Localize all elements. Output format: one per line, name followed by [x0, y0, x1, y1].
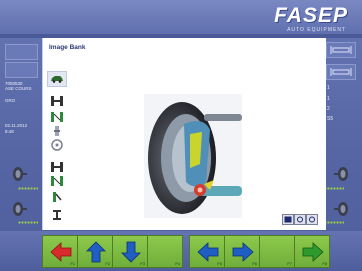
fkey-number: F5 [217, 261, 222, 266]
suspension-front-icon[interactable] [48, 110, 66, 124]
rear-wheel-icon [9, 201, 27, 217]
rotate-right-button[interactable] [306, 214, 318, 225]
arrow-right-icon [302, 242, 324, 262]
header-bar: FASEP AUTO EQUIPMENT [0, 0, 362, 36]
fkey-number: F8 [322, 261, 327, 266]
rear-right-axle-indicator [324, 221, 344, 224]
rear-axle-indicator [18, 221, 38, 224]
image-bank-panel: Image Bank [42, 38, 326, 230]
time-label: 8:48 [5, 129, 14, 134]
fkey-number: F7 [287, 261, 292, 266]
front-right-wheel-icon [334, 166, 352, 182]
fkey-number: F3 [140, 261, 145, 266]
brand-logo: FASEP [274, 4, 348, 27]
arrow-left-icon [197, 242, 219, 262]
brand-subtitle: AUTO EQUIPMENT [287, 27, 346, 33]
axle-rear-icon[interactable] [48, 160, 66, 174]
rotate-left-button[interactable] [294, 214, 306, 225]
right-label-2: 1 [327, 96, 330, 102]
f2-up-button[interactable]: F2 [77, 235, 113, 268]
function-key-bar: F1 F2 F3 F4 F5 F6 F7 F8 [0, 231, 362, 271]
vehicle-info-line3: GRO [5, 98, 16, 103]
f1-back-button[interactable]: F1 [42, 235, 78, 268]
f7-blank-button[interactable]: F7 [259, 235, 295, 268]
left-status-box-1 [5, 44, 38, 60]
right-panel: 1 1 2 S5 [320, 38, 362, 230]
page-title: Image Bank [49, 44, 86, 51]
fkey-number: F4 [175, 261, 180, 266]
left-panel: 7050530 ASE COURS GRO 02.11.2012 8:48 [0, 38, 42, 230]
strut-icon[interactable] [48, 124, 66, 138]
steering-link-icon[interactable] [48, 208, 66, 222]
f8-next-button[interactable]: F8 [294, 235, 330, 268]
vehicle-info-line2: ASE COURS [5, 86, 32, 91]
f3-down-button[interactable]: F3 [112, 235, 148, 268]
suspension-image [144, 94, 242, 218]
right-status-box-1 [326, 42, 356, 58]
front-axle-indicator [18, 187, 38, 190]
car-category-icon[interactable] [47, 71, 67, 87]
fkey-number: F1 [70, 261, 75, 266]
right-label-4: S5 [327, 116, 334, 122]
fkey-number: F2 [105, 261, 110, 266]
rear-strut-icon[interactable] [48, 190, 66, 204]
f4-blank-button[interactable]: F4 [147, 235, 183, 268]
f6-right-button[interactable]: F6 [224, 235, 260, 268]
right-status-box-2 [326, 64, 356, 80]
right-label-3: 2 [327, 106, 330, 112]
arrow-left-icon [50, 242, 72, 262]
wheel-hub-icon[interactable] [48, 138, 66, 152]
left-status-box-2 [5, 62, 38, 78]
arrow-right-icon [232, 242, 254, 262]
arrow-up-icon [86, 241, 106, 263]
front-wheel-icon [9, 166, 27, 182]
f5-left-button[interactable]: F5 [189, 235, 225, 268]
arrow-down-icon [121, 241, 141, 263]
rear-right-wheel-icon [334, 201, 352, 217]
zoom-image-button[interactable] [282, 214, 294, 225]
front-right-axle-indicator [324, 187, 344, 190]
suspension-rear-icon[interactable] [48, 174, 66, 188]
fkey-number: F6 [252, 261, 257, 266]
axle-front-icon[interactable] [48, 94, 66, 108]
right-label-1: 1 [327, 85, 330, 91]
